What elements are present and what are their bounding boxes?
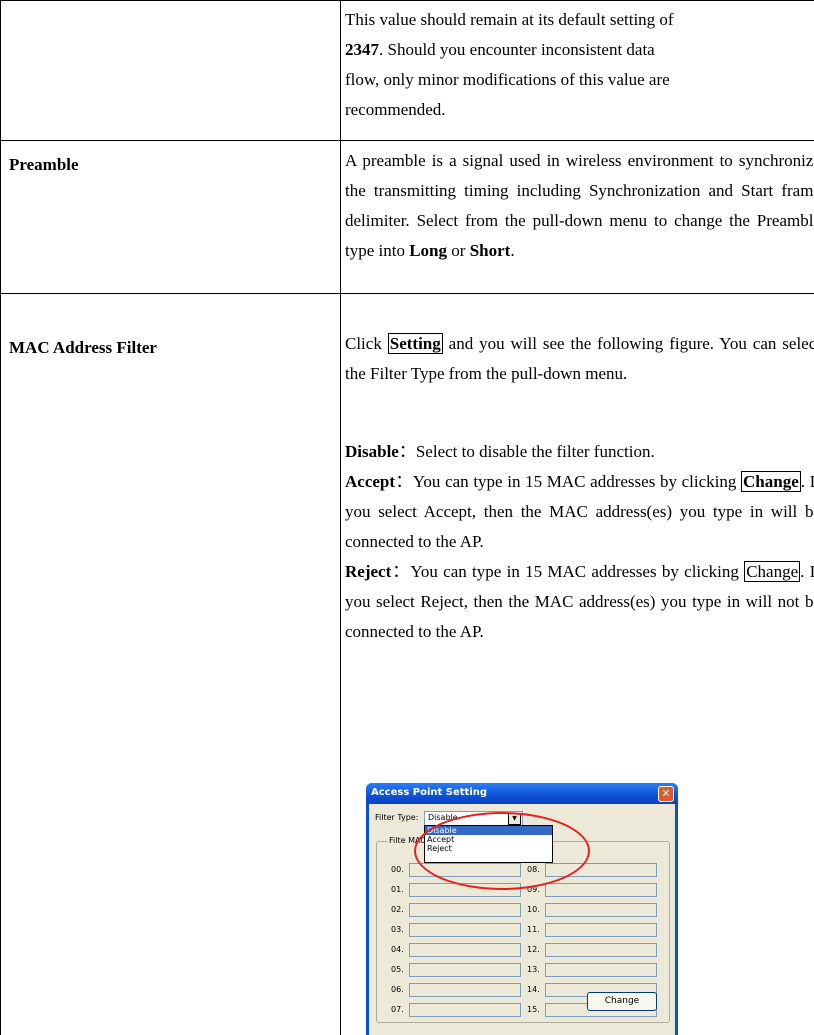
- mac-address-input[interactable]: [409, 1003, 521, 1017]
- mac-filter-label: MAC Address Filter: [9, 338, 157, 357]
- dialog-title: Access Point Setting: [371, 787, 488, 798]
- table-left-border: [0, 0, 1, 1035]
- mac-address-input[interactable]: [545, 963, 657, 977]
- preamble-label: Preamble: [9, 155, 79, 174]
- change-button-reference: Change: [744, 561, 801, 582]
- column-divider: [340, 0, 341, 1035]
- row-divider: [0, 293, 814, 294]
- mac-address-input[interactable]: [409, 963, 521, 977]
- rts-line-4: recommended.: [345, 100, 446, 119]
- disable-term: Disable: [345, 442, 399, 461]
- mac-filter-options: Disable：Select to disable the filter fun…: [345, 437, 814, 647]
- accept-text: ：You can type in 15 MAC addresses by cli…: [395, 472, 742, 491]
- preamble-long: Long: [409, 241, 448, 260]
- mac-row-label: 01.: [391, 885, 404, 894]
- mac-address-input[interactable]: [545, 943, 657, 957]
- mac-row-label: 13.: [527, 965, 540, 974]
- rts-line-1: This value should remain at its default …: [345, 10, 674, 29]
- mac-address-input[interactable]: [409, 903, 521, 917]
- table-top-border: [0, 0, 814, 1]
- preamble-short: Short: [469, 241, 511, 260]
- mac-row-label: 04.: [391, 945, 404, 954]
- mac-row-label: 05.: [391, 965, 404, 974]
- rts-default-value: 2347: [345, 40, 379, 59]
- row-divider: [0, 140, 814, 141]
- mac-address-input[interactable]: [545, 923, 657, 937]
- close-icon[interactable]: ✕: [658, 786, 674, 802]
- preamble-or: or: [447, 241, 470, 260]
- disable-text: ：Select to disable the filter function.: [398, 442, 655, 461]
- rts-line-3: flow, only minor modifications of this v…: [345, 70, 670, 89]
- mac-row-label: 14.: [527, 985, 540, 994]
- mac-row-label: 07.: [391, 1005, 404, 1014]
- rts-description: This value should remain at its default …: [345, 5, 814, 125]
- preamble-period: .: [510, 241, 515, 260]
- mac-row-label: 10.: [527, 905, 540, 914]
- mac-filter-intro: Click Setting and you will see the follo…: [345, 329, 814, 389]
- reject-term: Reject: [345, 562, 392, 581]
- mac-address-input[interactable]: [409, 923, 521, 937]
- highlight-oval: [414, 812, 590, 890]
- mac-address-input[interactable]: [545, 903, 657, 917]
- mac-row-label: 02.: [391, 905, 404, 914]
- mac-row-label: 06.: [391, 985, 404, 994]
- intro-text: Click: [345, 334, 388, 353]
- change-button-reference: Change: [741, 471, 801, 492]
- mac-row-label: 15.: [527, 1005, 540, 1014]
- accept-term: Accept: [345, 472, 396, 491]
- dialog-title-bar: Access Point Setting ✕: [366, 783, 678, 804]
- mac-row-label: 03.: [391, 925, 404, 934]
- preamble-description: A preamble is a signal used in wireless …: [345, 146, 814, 266]
- mac-address-input[interactable]: [409, 983, 521, 997]
- filter-type-label: Filter Type:: [375, 813, 419, 822]
- mac-row-label: 12.: [527, 945, 540, 954]
- mac-row-label: 00.: [391, 865, 404, 874]
- mac-address-input[interactable]: [409, 943, 521, 957]
- change-button[interactable]: Change: [587, 992, 657, 1011]
- rts-line-2: . Should you encounter inconsistent data: [379, 40, 655, 59]
- mac-address-input[interactable]: [545, 883, 657, 897]
- setting-button-reference: Setting: [387, 333, 443, 354]
- mac-row-label: 11.: [527, 925, 540, 934]
- reject-text: ：You can type in 15 MAC addresses by cli…: [391, 562, 745, 581]
